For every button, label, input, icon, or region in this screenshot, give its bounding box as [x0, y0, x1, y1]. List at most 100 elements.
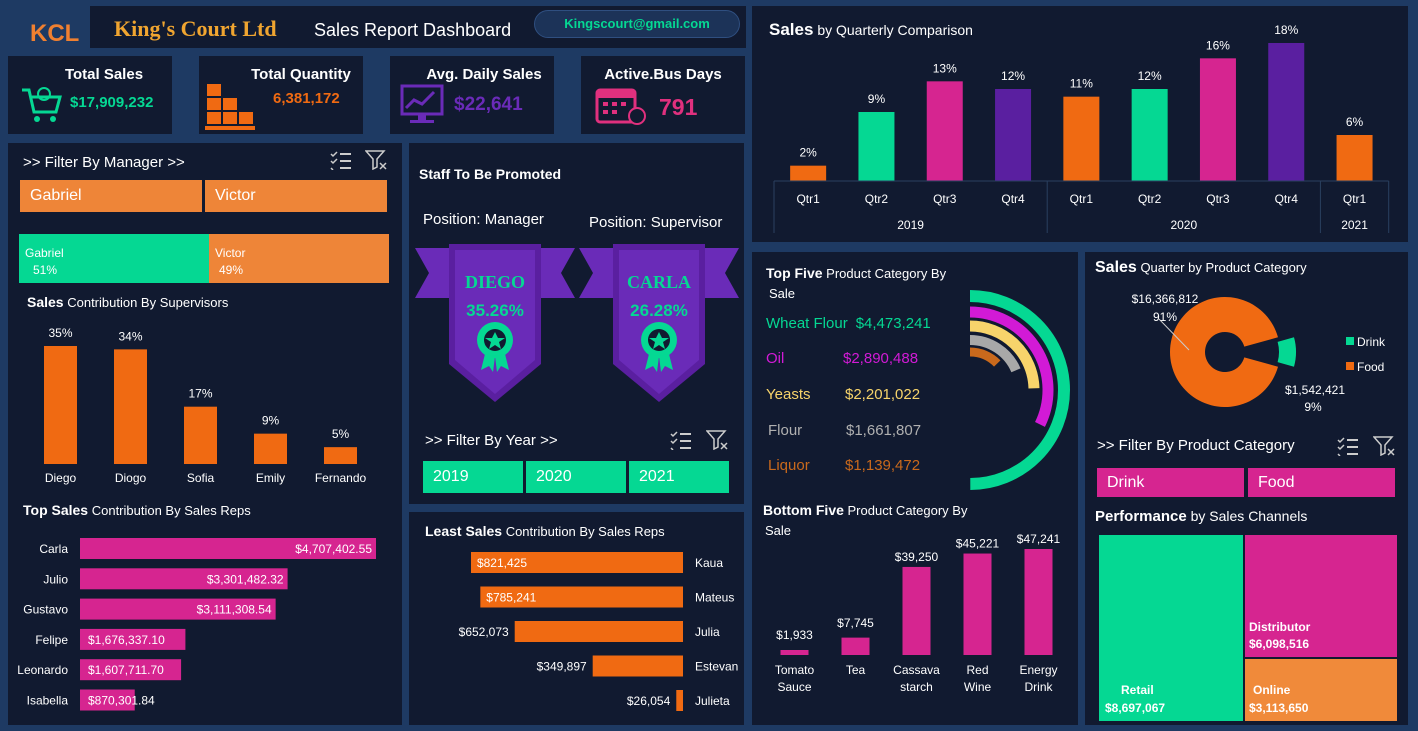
kpi-total-sales: Total Sales $17,909,232 [8, 56, 172, 134]
channel-name: Retail [1121, 683, 1154, 697]
multi-select-icon[interactable] [1337, 436, 1359, 461]
tick-label: Qtr2 [865, 192, 889, 206]
manager-split-bar: Gabriel 51% Victor 49% [19, 234, 389, 283]
channel-value: $6,098,516 [1249, 637, 1310, 651]
bar [790, 165, 827, 181]
year-button-2021[interactable]: 2021 [629, 461, 729, 493]
bar [1199, 58, 1236, 182]
title-rest: Product Category By [826, 266, 947, 281]
split-label: Gabriel [25, 246, 64, 260]
tick-label: Qtr2 [1138, 192, 1162, 206]
supervisors-chart: 35% Diego 34% Diogo 17% Sofia 9% Emily 5% Fernand… [44, 326, 367, 485]
manager-ribbon: DIEGO 35.26% [415, 244, 575, 409]
header-bar: King's Court Ltd Sales Report Dashboard … [90, 6, 746, 48]
tick-label: Fernando [315, 471, 367, 485]
top-five-item-flour: Flour $1,661,807 [766, 422, 921, 439]
data-label: 5% [332, 427, 350, 441]
manager-button-victor[interactable]: Victor [205, 180, 387, 212]
clear-filter-icon[interactable] [1372, 436, 1395, 461]
data-label: 2% [799, 146, 817, 160]
bar [514, 621, 683, 642]
data-label: $870,301.84 [88, 694, 155, 708]
manager-button-gabriel[interactable]: Gabriel [20, 180, 202, 212]
legend-label: Drink [1357, 335, 1386, 349]
boxes-icon [205, 80, 257, 137]
data-label: 17% [188, 387, 212, 401]
radial-arc [969, 347, 1001, 367]
bottom-five-chart: $1,933 Tomato Sauce $7,745 Tea $39,250 Cassava… [775, 532, 1061, 694]
data-label: 13% [933, 61, 957, 75]
tick-label: Cassava [893, 663, 940, 677]
tick-label: Julieta [695, 694, 730, 708]
page-title: Sales Report Dashboard [314, 20, 512, 40]
bar [1131, 89, 1168, 181]
donut-slice [1170, 297, 1278, 407]
group-label: 2019 [897, 218, 924, 232]
data-label: $47,241 [1017, 532, 1061, 546]
least-sales-title: Least Sales Contribution By Sales Reps [425, 523, 665, 539]
data-label: $652,073 [459, 625, 509, 639]
item-value: $4,473,241 [855, 315, 931, 332]
data-label: $16,366,812 [1132, 292, 1199, 306]
tick-label: Sofia [187, 471, 215, 485]
top-five-item-wheat-flour: Wheat Flour $4,473,241 [766, 315, 931, 332]
year-filter-title: >> Filter By Year >> [425, 432, 558, 449]
data-label: $26,054 [627, 694, 671, 708]
bar [858, 112, 895, 181]
tick-label: Red [966, 663, 988, 677]
data-label: 11% [1070, 77, 1093, 91]
data-label: $3,111,308.54 [197, 603, 272, 617]
donut-slice [1277, 337, 1296, 367]
item-name: Oil [766, 350, 785, 367]
year-button-2020[interactable]: 2020 [526, 461, 626, 493]
tick-label: Leonardo [17, 663, 68, 677]
data-label: $1,933 [776, 628, 813, 642]
bar [44, 346, 77, 464]
tick-label: Drink [1024, 680, 1053, 694]
top-five-item-liquor: Liquor $1,139,472 [766, 457, 920, 474]
data-label: $7,745 [837, 616, 874, 630]
kpi-value: 6,381,172 [273, 90, 340, 107]
split-gabriel: Gabriel 51% [19, 234, 209, 283]
data-label: 12% [1138, 69, 1162, 83]
item-name: Yeasts [766, 386, 811, 403]
title-line2: Sale [769, 286, 796, 301]
bar [114, 349, 147, 464]
title-bold: Performance [1095, 508, 1187, 525]
category-button-food[interactable]: Food [1248, 468, 1395, 497]
shopping-cart-icon [18, 82, 64, 133]
kpi-label: Avg. Daily Sales [426, 66, 542, 83]
year-button-2019[interactable]: 2019 [423, 461, 523, 493]
tick-label: Energy [1019, 663, 1057, 677]
clear-filter-icon[interactable] [705, 430, 728, 455]
least-sales-chart: $821,425 Kaua $785,241 Mateus $652,073 Julia $… [459, 552, 738, 711]
title-rest: Quarter by Product Category [1140, 260, 1307, 275]
quarterly-chart: 2% Qtr1 9% Qtr2 13% Qtr3 12% Qtr4 11% Qtr1 12% Qtr2… [773, 23, 1390, 233]
tick-label: Qtr1 [1343, 192, 1367, 206]
performance-title: Performance by Sales Channels [1095, 508, 1307, 525]
item-name: Liquor [768, 457, 810, 474]
treemap-retail[interactable]: Retail $8,697,067 [1099, 535, 1243, 721]
multi-select-icon[interactable] [330, 150, 352, 175]
tick-label: Carla [39, 542, 68, 556]
multi-select-icon[interactable] [670, 430, 692, 455]
tick-label: Sauce [777, 680, 811, 694]
category-button-drink[interactable]: Drink [1097, 468, 1244, 497]
data-label: $45,221 [956, 537, 1000, 551]
treemap-online[interactable]: Online $3,113,650 [1245, 659, 1397, 721]
clear-filter-icon[interactable] [364, 150, 387, 175]
legend-swatch [1346, 362, 1354, 370]
tick-label: Qtr4 [1275, 192, 1299, 206]
item-name: Wheat Flour [766, 315, 848, 332]
title-rest: Product Category By [847, 503, 968, 518]
channel-name: Distributor [1249, 620, 1311, 634]
channel-value: $3,113,650 [1249, 701, 1309, 715]
treemap-distributor[interactable]: Distributor $6,098,516 [1245, 535, 1397, 657]
tick-label: Julio [43, 572, 68, 586]
title-bold: Bottom Five [763, 502, 844, 518]
kpi-total-quantity: Total Quantity 6,381,172 [199, 56, 363, 134]
bar [592, 655, 683, 677]
tick-label: Tea [846, 663, 866, 677]
data-label: 34% [118, 329, 142, 343]
bar [995, 89, 1032, 181]
